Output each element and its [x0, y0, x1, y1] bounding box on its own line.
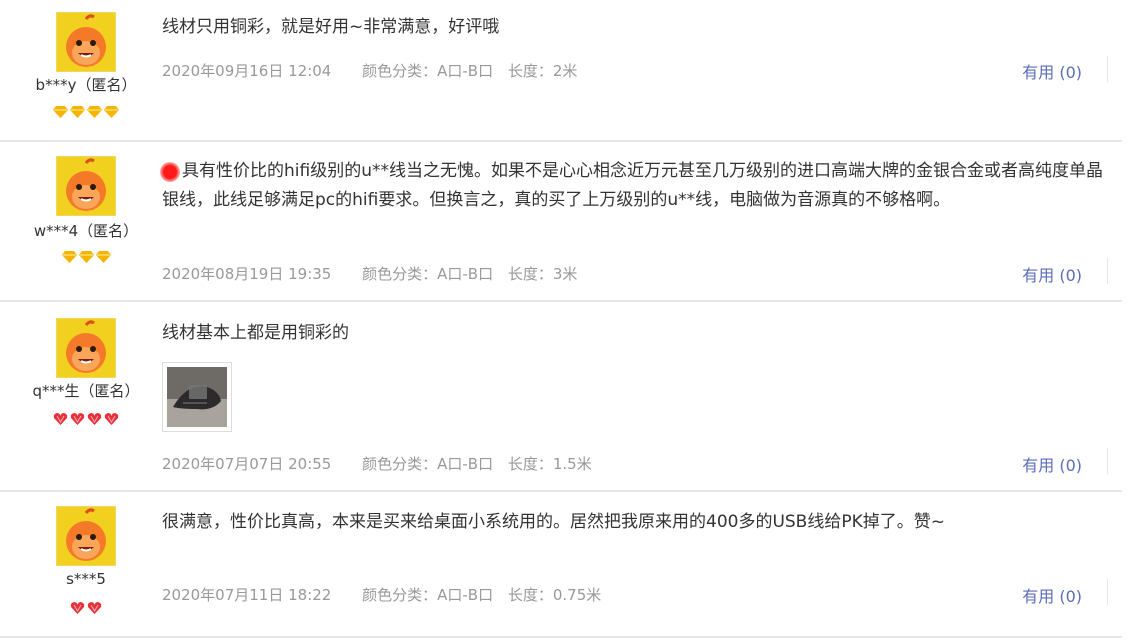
user-level-badges: [0, 601, 172, 615]
review-list: b***y（匿名） 线材只用铜彩，就是好用~非常满意，好评哦 2020年09月1…: [0, 0, 1134, 641]
review-item: s***5 很满意，性价比真高，本来是买来给桌面小系统用的。居然把我原来用的40…: [0, 492, 1122, 638]
color-category: 颜色分类：A口-B口: [362, 586, 494, 604]
red-heart-diamond-icon: [87, 602, 102, 614]
review-meta: 2020年07月07日 20:55 颜色分类：A口-B口 长度：1.5米: [162, 453, 592, 474]
length-spec: 长度：3米: [507, 265, 578, 283]
user-level-badges: [0, 105, 172, 119]
mascot-icon: [66, 14, 106, 67]
gold-diamond-icon: [70, 106, 85, 118]
divider: [1107, 448, 1108, 474]
gold-diamond-icon: [61, 251, 77, 263]
gold-diamond-icon: [104, 106, 119, 118]
review-date: 2020年09月16日 12:04: [162, 62, 332, 80]
avatar[interactable]: [56, 156, 116, 216]
color-category: 颜色分类：A口-B口: [362, 455, 494, 473]
divider: [1107, 579, 1108, 605]
divider: [1107, 258, 1108, 284]
divider: [1107, 56, 1108, 82]
review-item: q***生（匿名） 线材基本上都是用铜彩的 2020年07月07日 20:55 …: [0, 302, 1122, 492]
avatar[interactable]: [56, 12, 116, 72]
color-category: 颜色分类：A口-B口: [362, 265, 494, 283]
useful-button[interactable]: 有用 (0): [1022, 583, 1082, 607]
red-heart-diamond-icon: [87, 413, 102, 425]
mascot-icon: [66, 508, 106, 561]
username[interactable]: s***5: [0, 570, 172, 588]
length-spec: 长度：0.75米: [507, 586, 602, 604]
review-item: w***4（匿名） 具有性价比的hifi级别的u**线当之无愧。如果不是心心相念…: [0, 142, 1122, 302]
useful-button[interactable]: 有用 (0): [1022, 452, 1082, 476]
review-date: 2020年07月11日 18:22: [162, 586, 332, 604]
length-spec: 长度：2米: [507, 62, 578, 80]
red-heart-diamond-icon: [70, 602, 85, 614]
mascot-icon: [66, 320, 106, 373]
gold-diamond-icon: [95, 251, 111, 263]
review-text: 线材只用铜彩，就是好用~非常满意，好评哦: [162, 17, 500, 37]
review-date: 2020年07月07日 20:55: [162, 455, 332, 473]
review-text: 线材基本上都是用铜彩的: [162, 323, 349, 343]
review-meta: 2020年09月16日 12:04 颜色分类：A口-B口 长度：2米: [162, 60, 577, 81]
user-level-badges: [0, 412, 172, 426]
color-category: 颜色分类：A口-B口: [362, 62, 494, 80]
red-heart-diamond-icon: [70, 413, 85, 425]
avatar[interactable]: [56, 506, 116, 566]
gold-diamond-icon: [53, 106, 68, 118]
mascot-icon: [66, 158, 106, 211]
avatar[interactable]: [56, 318, 116, 378]
username[interactable]: b***y（匿名）: [0, 74, 172, 95]
review-text: 很满意，性价比真高，本来是买来给桌面小系统用的。居然把我原来用的400多的USB…: [162, 512, 945, 532]
gold-diamond-icon: [78, 251, 94, 263]
user-level-badges: [0, 250, 172, 264]
review-meta: 2020年08月19日 19:35 颜色分类：A口-B口 长度：3米: [162, 263, 577, 284]
gold-diamond-icon: [87, 106, 102, 118]
username[interactable]: w***4（匿名）: [0, 220, 172, 241]
red-heart-diamond-icon: [53, 413, 68, 425]
red-heart-diamond-icon: [104, 413, 119, 425]
review-item: b***y（匿名） 线材只用铜彩，就是好用~非常满意，好评哦 2020年09月1…: [0, 0, 1122, 142]
review-photo-thumbnail[interactable]: [162, 362, 232, 432]
review-text: 具有性价比的hifi级别的u**线当之无愧。如果不是心心相念近万元甚至几万级别的…: [162, 161, 1103, 210]
length-spec: 长度：1.5米: [507, 455, 592, 473]
review-meta: 2020年07月11日 18:22 颜色分类：A口-B口 长度：0.75米: [162, 584, 601, 605]
product-photo: [167, 367, 227, 427]
useful-button[interactable]: 有用 (0): [1022, 262, 1082, 286]
username[interactable]: q***生（匿名）: [0, 380, 172, 401]
useful-button[interactable]: 有用 (0): [1022, 59, 1082, 83]
review-date: 2020年08月19日 19:35: [162, 265, 332, 283]
